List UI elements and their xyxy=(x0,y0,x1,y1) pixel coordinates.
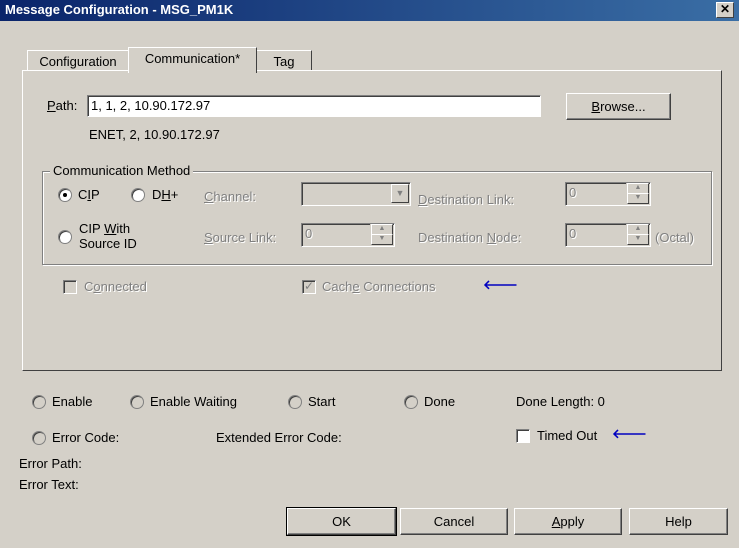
spin-down-icon[interactable]: ▼ xyxy=(627,234,649,245)
cip-with-source-id-label: CIP With Source ID xyxy=(79,221,137,251)
left-arrow-icon: 🡐 xyxy=(483,277,518,292)
source-link-value: 0 xyxy=(305,226,313,241)
path-value: 1, 1, 2, 10.90.172.97 xyxy=(91,98,211,113)
done-length-text: Done Length: 0 xyxy=(516,394,605,409)
enable-indicator xyxy=(32,395,46,409)
browse-button[interactable]: Browse... xyxy=(566,93,671,120)
dh-plus-label: DH+ xyxy=(152,187,179,202)
error-path-label: Error Path: xyxy=(19,456,82,471)
start-indicator xyxy=(288,395,302,409)
destination-link-label: Destination Link: xyxy=(418,192,515,207)
destination-node-label: Destination Node: xyxy=(418,230,522,245)
error-text-label: Error Text: xyxy=(19,477,79,492)
cancel-button[interactable]: Cancel xyxy=(400,508,508,535)
enable-waiting-label: Enable Waiting xyxy=(150,394,237,409)
help-button[interactable]: Help xyxy=(629,508,728,535)
cache-connections-label: Cache Connections xyxy=(322,279,436,294)
checkmark-icon: ✓ xyxy=(304,279,315,293)
source-link-input[interactable]: 0 ▲ ▼ xyxy=(301,223,395,247)
destination-node-value: 0 xyxy=(569,226,577,241)
close-button[interactable]: ✕ xyxy=(716,2,734,18)
done-indicator xyxy=(404,395,418,409)
destination-node-input[interactable]: 0 ▲ ▼ xyxy=(565,223,651,247)
left-arrow-icon: 🡐 xyxy=(612,426,647,441)
connected-checkbox[interactable] xyxy=(63,280,77,294)
path-resolved-text: ENET, 2, 10.90.172.97 xyxy=(89,127,220,142)
cip-with-source-id-radio[interactable] xyxy=(58,230,72,244)
window-title: Message Configuration - MSG_PM1K xyxy=(5,2,234,17)
connected-label: Connected xyxy=(84,279,147,294)
dh-plus-radio[interactable] xyxy=(131,188,145,202)
destination-node-spinner[interactable]: ▲ ▼ xyxy=(626,224,649,245)
channel-label: Channel: xyxy=(204,189,257,204)
apply-button[interactable]: Apply xyxy=(514,508,622,535)
done-label: Done xyxy=(424,394,456,409)
error-code-indicator xyxy=(32,431,46,445)
octal-label: (Octal) xyxy=(655,230,694,245)
destination-link-spinner[interactable]: ▲ ▼ xyxy=(626,183,649,204)
timed-out-checkbox[interactable] xyxy=(516,429,530,443)
destination-link-value: 0 xyxy=(569,185,577,200)
source-link-label: Source Link: xyxy=(204,230,277,245)
cip-label: CIP xyxy=(78,187,100,202)
enable-label: Enable xyxy=(52,394,93,409)
timed-out-label: Timed Out xyxy=(537,428,598,443)
spin-down-icon[interactable]: ▼ xyxy=(371,234,393,245)
spin-down-icon[interactable]: ▼ xyxy=(627,193,649,204)
ok-button[interactable]: OK xyxy=(286,507,397,536)
cip-radio[interactable] xyxy=(58,188,72,202)
destination-link-input[interactable]: 0 ▲ ▼ xyxy=(565,182,651,206)
start-label: Start xyxy=(308,394,336,409)
cache-connections-checkbox[interactable]: ✓ xyxy=(302,279,316,294)
tab-communication[interactable]: Communication* xyxy=(128,47,257,73)
chevron-down-icon[interactable]: ▼ xyxy=(391,184,409,203)
path-input[interactable]: 1, 1, 2, 10.90.172.97 xyxy=(87,95,541,117)
communication-method-label: Communication Method xyxy=(50,163,194,178)
enable-waiting-indicator xyxy=(130,395,144,409)
path-label: Path: xyxy=(47,98,78,113)
source-link-spinner[interactable]: ▲ ▼ xyxy=(370,224,393,245)
extended-error-code-label: Extended Error Code: xyxy=(216,430,342,445)
channel-select[interactable]: ▼ xyxy=(301,182,411,206)
error-code-label: Error Code: xyxy=(52,430,120,445)
